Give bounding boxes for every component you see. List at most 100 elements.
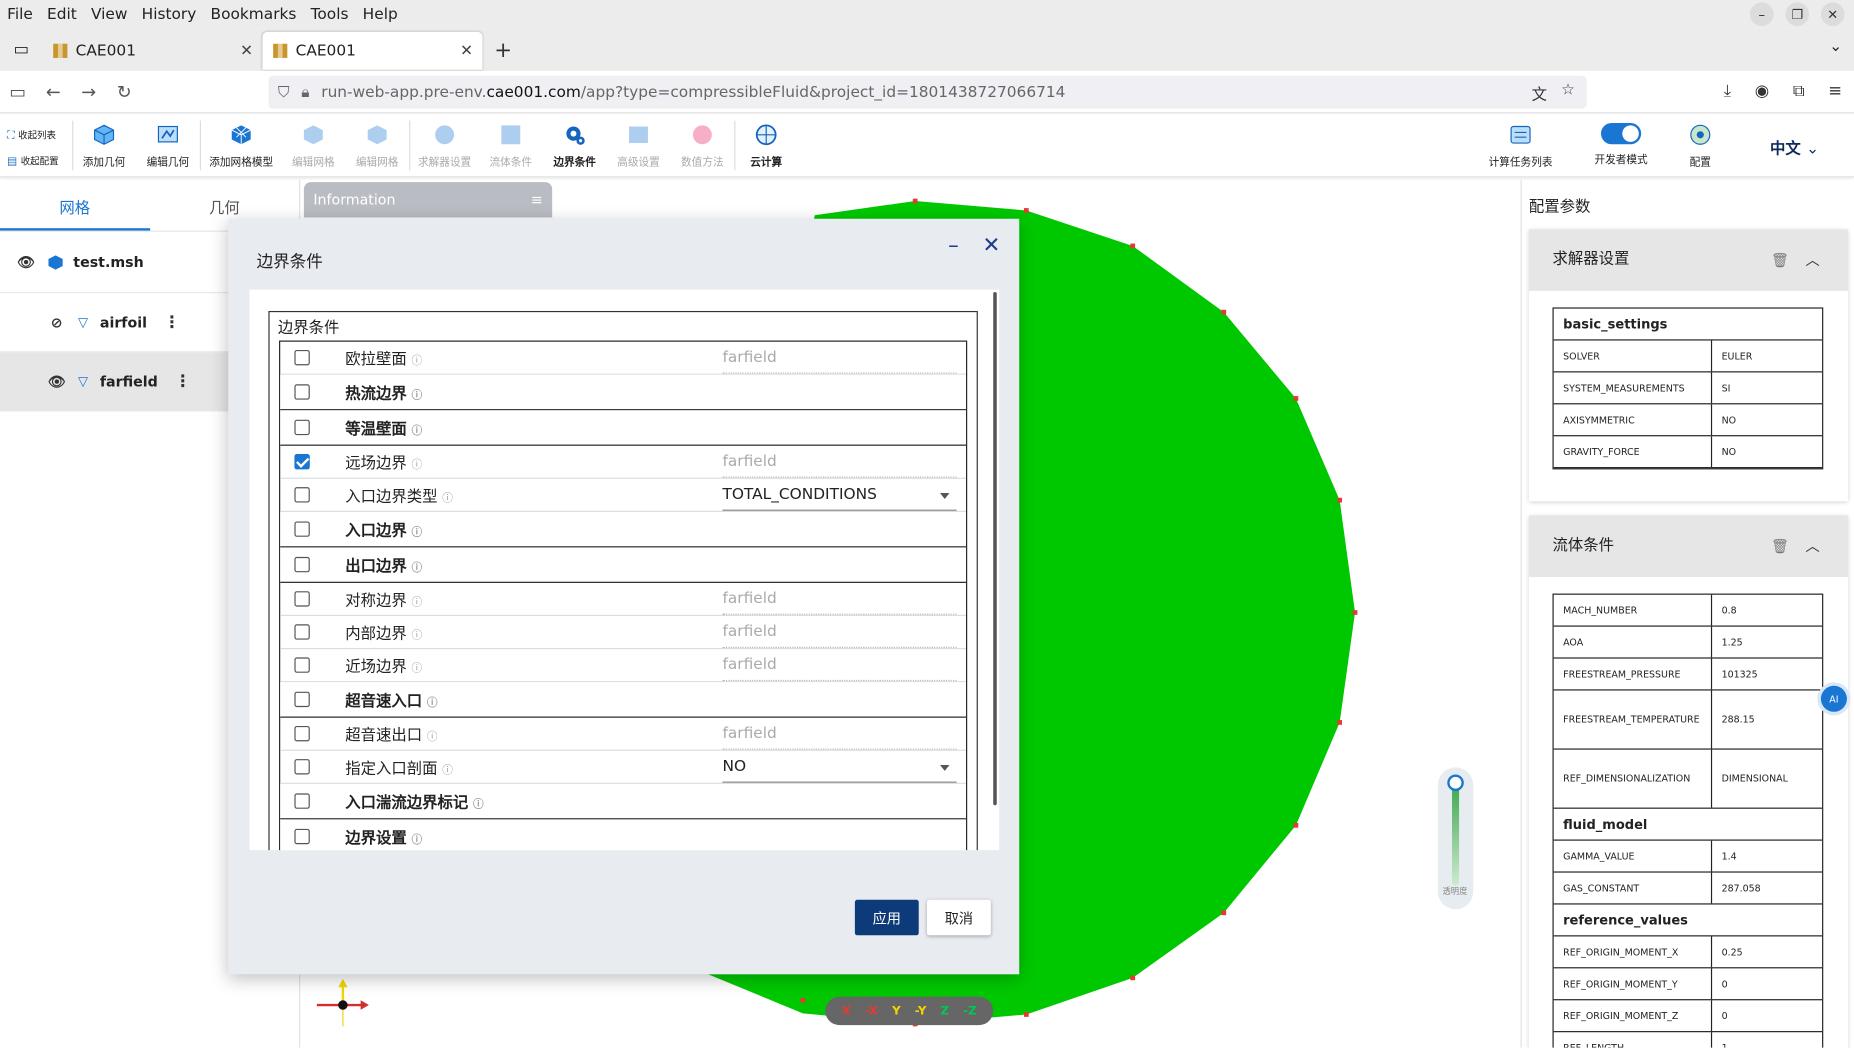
view-y-button[interactable]: Y [892,1004,901,1017]
view-neg-z-button[interactable]: -Z [963,1004,976,1017]
shield-icon[interactable]: ⛉ [278,83,290,101]
config-button[interactable]: 配置 [1679,118,1722,169]
boundary-checkbox[interactable] [294,624,310,640]
numerical-methods-button[interactable]: 数值方法 [679,118,726,169]
boundary-checkbox[interactable] [294,419,310,436]
bookmark-star-icon[interactable]: ☆ [1561,82,1575,104]
add-geometry-button[interactable]: 添加几何 [80,118,127,169]
info-icon[interactable]: ⓘ [411,630,422,642]
boundary-marker-input[interactable]: farfield [722,617,957,648]
info-icon[interactable]: ⓘ [442,493,453,505]
info-icon[interactable]: ⓘ [427,698,438,710]
language-selector[interactable]: 中文 ⌄ [1770,136,1819,159]
menu-edit[interactable]: Edit [40,5,84,23]
boundary-marker-input[interactable]: farfield [722,650,957,682]
info-icon[interactable]: ⓘ [411,835,422,847]
cancel-button[interactable]: 取消 [927,899,991,936]
close-tab-icon[interactable]: ✕ [460,42,473,60]
boundary-select[interactable]: TOTAL_CONDITIONS [722,480,957,511]
boundary-checkbox[interactable] [294,828,310,845]
info-icon[interactable]: ⓘ [473,799,484,811]
trash-icon[interactable]: 🗑︎ [1771,229,1789,290]
more-options-icon[interactable]: ⋮ [174,372,191,391]
view-neg-y-button[interactable]: -Y [915,1004,927,1017]
boundary-checkbox[interactable] [294,725,310,742]
boundary-marker-input[interactable]: farfield [722,719,957,750]
boundary-checkbox[interactable] [294,349,310,366]
card-header[interactable]: 流体条件 🗑︎ ︿ [1528,515,1849,578]
menu-help[interactable]: Help [356,5,405,23]
eye-icon[interactable]: 👁︎ [47,373,66,390]
tab-list-icon[interactable]: ▭ [0,40,43,59]
chevron-down-icon[interactable]: ⌄ [1829,38,1842,56]
menu-history[interactable]: History [135,5,204,23]
back-icon[interactable]: ← [35,81,70,102]
edit-mesh-button[interactable]: 编辑网格 [290,118,337,169]
fluid-conditions-button[interactable]: 流体条件 [487,118,534,169]
boundary-checkbox[interactable] [294,759,310,775]
eye-icon[interactable]: 👁︎ [17,254,36,271]
reload-icon[interactable]: ↻ [106,81,141,102]
sidebar-toggle-icon[interactable]: ▭ [0,81,35,102]
more-options-icon[interactable]: ⋮ [164,313,181,332]
trash-icon[interactable]: 🗑︎ [1771,516,1789,577]
advanced-settings-button[interactable]: 高级设置 [615,118,662,169]
view-z-button[interactable]: Z [941,1004,950,1017]
hamburger-menu-icon[interactable]: ≡ [1828,82,1842,101]
tab-mesh[interactable]: 网格 [0,180,150,231]
menu-file[interactable]: File [0,5,40,23]
chevron-up-icon[interactable]: ︿ [1806,229,1820,290]
solver-settings-button[interactable]: 求解器设置 [416,118,473,169]
browser-tab[interactable]: CAE001 ✕ [43,32,263,70]
info-icon[interactable]: ⓘ [411,356,422,368]
ai-assistant-button[interactable]: AI [1820,685,1847,712]
add-mesh-model-button[interactable]: 添加网格模型 [207,118,276,169]
close-tab-icon[interactable]: ✕ [240,42,253,60]
hamburger-menu-icon[interactable]: ≡ [531,182,543,217]
boundary-checkbox[interactable] [294,487,310,503]
translate-icon[interactable]: 文 [1532,82,1547,104]
close-icon[interactable]: ✕ [982,233,1000,258]
info-icon[interactable]: ⓘ [411,527,422,539]
boundary-checkbox[interactable] [294,521,310,537]
view-neg-x-button[interactable]: -X [865,1004,878,1017]
slider-handle[interactable] [1447,774,1464,792]
close-window-icon[interactable]: ✕ [1820,2,1845,27]
boundary-conditions-button[interactable]: 边界条件 [551,118,598,169]
task-list-button[interactable]: 计算任务列表 [1480,118,1560,169]
new-tab-icon[interactable]: + [494,37,512,62]
edit-mesh-button-2[interactable]: 编辑网格 [354,118,401,169]
boundary-marker-input[interactable]: farfield [722,584,957,615]
edit-geometry-button[interactable]: 编辑几何 [144,118,191,169]
download-icon[interactable]: ⤓ [1724,82,1731,101]
card-header[interactable]: 求解器设置 🗑︎ ︿ [1528,229,1849,291]
info-icon[interactable]: ⓘ [411,563,422,575]
cloud-compute-button[interactable]: 云计算 [743,118,790,169]
collapse-config-button[interactable]: ▤ 收起配置 [7,149,58,175]
chevron-up-icon[interactable]: ︿ [1806,516,1820,577]
apply-button[interactable]: 应用 [854,899,919,936]
info-icon[interactable]: ⓘ [411,390,422,402]
eye-off-icon[interactable]: ⊘ [47,314,66,331]
boundary-checkbox[interactable] [294,691,310,708]
minimize-icon[interactable]: – [1749,2,1774,27]
boundary-marker-input[interactable]: farfield [722,447,957,478]
browser-tab-active[interactable]: CAE001 ✕ [262,31,483,70]
info-icon[interactable]: ⓘ [411,426,422,438]
dev-mode-switch[interactable] [1600,122,1642,145]
collapse-list-button[interactable]: ⛶ 收起列表 [7,123,58,149]
dev-mode-toggle[interactable]: 开发者模式 [1587,118,1656,167]
opacity-slider[interactable]: 透明度 [1437,767,1474,910]
info-icon[interactable]: ⓘ [442,765,453,777]
boundary-checkbox[interactable] [294,556,310,573]
restore-icon[interactable]: ❐ [1785,2,1810,27]
account-icon[interactable]: ◉ [1755,82,1769,101]
menu-view[interactable]: View [84,5,135,23]
menu-bookmarks[interactable]: Bookmarks [203,5,303,23]
info-icon[interactable]: ⓘ [411,663,422,675]
forward-icon[interactable]: → [71,81,106,102]
boundary-marker-input[interactable]: farfield [722,343,957,374]
view-x-button[interactable]: X [842,1004,851,1017]
boundary-checkbox[interactable] [294,591,310,607]
information-panel-header[interactable]: Information ≡ [303,182,553,218]
